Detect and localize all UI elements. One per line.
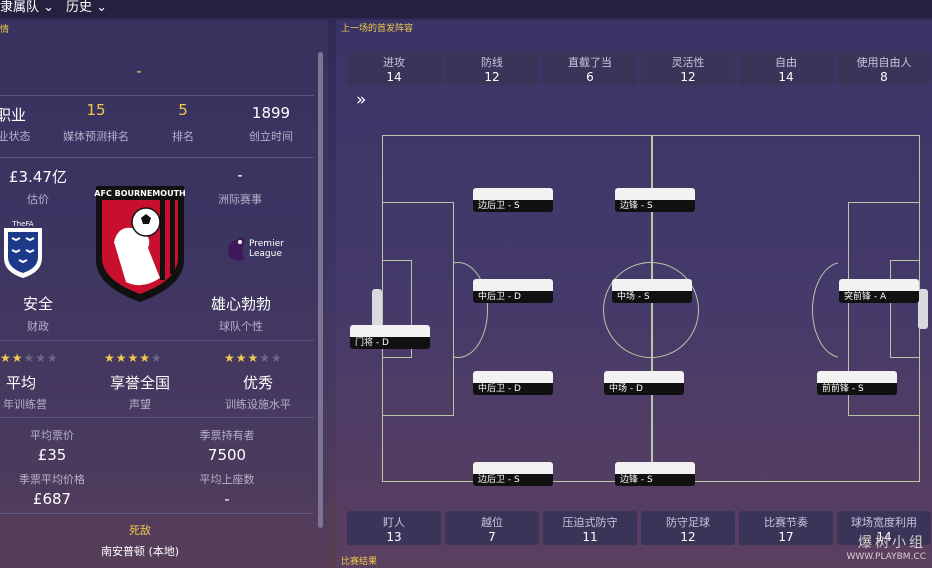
personality-value: 雄心勃勃 [210,295,271,313]
fa-crest-icon: TheFA [0,218,46,280]
fa-text: TheFA [11,220,33,228]
player-midfielder-attack[interactable]: 中场 - S [612,279,692,303]
season-holders-label: 季票持有者 [199,429,255,442]
season-price-label: 季票平均价格 [19,473,85,486]
youth-label: 年训练营 [3,398,47,411]
valuation-label: 估价 [27,193,49,206]
rival-label: 死敌 [129,524,151,537]
expand-icon[interactable]: » [356,90,366,110]
founded-label: 创立时间 [249,130,293,143]
player-winger-left[interactable]: 边锋 - S [615,188,695,212]
continental-value: - [237,166,243,184]
lineup-header: 上一场的首发阵容 [341,24,414,34]
ticket-label: 平均票价 [30,429,74,442]
club-crest-icon: AFC BOURNEMOUTH [92,182,188,304]
media-rank-value: 15 [86,101,106,119]
player-winger-right[interactable]: 边锋 - S [615,462,695,486]
tab-history[interactable]: 历史 ⌄ [66,0,107,15]
pitch-left-handle[interactable] [372,289,382,329]
status-value: 职业 [0,106,27,124]
player-fullback-right[interactable]: 边后卫 - S [473,462,553,486]
stat-flexibility: 灵活性 12 [641,51,735,85]
stat-tempo: 比赛节奏 17 [739,511,833,545]
stat-attack: 进攻 14 [347,51,441,85]
reputation-stars: ★★★★★ [104,351,163,365]
player-goalkeeper[interactable]: 门将 - D [350,325,430,349]
status-label: 业状态 [0,130,31,143]
continental-label: 洲际赛事 [218,193,262,206]
youth-stars: ★★★★★ [0,351,59,365]
stat-freedom: 自由 14 [739,51,833,85]
club-info-header: 情 [0,25,10,35]
stat-offside: 越位 7 [445,511,539,545]
player-striker-support[interactable]: 前前锋 - S [817,371,897,395]
player-fullback-left[interactable]: 边后卫 - S [473,188,553,212]
player-midfielder-defend[interactable]: 中场 - D [604,371,684,395]
stat-marking: 盯人 13 [347,511,441,545]
finance-label: 财政 [27,320,49,333]
top-bar: 隶属队 ⌄ 历史 ⌄ [0,0,932,18]
player-centreback-left[interactable]: 中后卫 - D [473,279,553,303]
club-crest-text: AFC BOURNEMOUTH [94,189,185,198]
rank-value: 5 [178,101,188,119]
rank-label: 排名 [172,130,194,143]
match-results-header[interactable]: 比赛结果 [341,554,377,567]
facilities-value: 优秀 [242,374,273,392]
stat-sweeper: 使用自由人 8 [837,51,931,85]
stat-defensive-football: 防守足球 12 [641,511,735,545]
ticket-value: £35 [37,446,67,464]
player-centreback-right[interactable]: 中后卫 - D [473,371,553,395]
attendance-label: 平均上座数 [199,473,255,486]
scrollbar[interactable] [318,52,323,528]
reputation-value: 享誉全国 [109,374,170,392]
stat-defence: 防线 12 [445,51,539,85]
season-price-value: £687 [32,490,72,508]
attendance-value: - [224,490,230,508]
founded-value: 1899 [251,104,291,122]
facilities-label: 训练设施水平 [225,398,291,411]
season-holders-value: 7500 [207,446,247,464]
tab-affiliates[interactable]: 隶属队 ⌄ [0,0,54,15]
pitch-right-handle[interactable] [918,289,928,329]
rival-value[interactable]: 南安普顿 (本地) [70,543,210,559]
watermark: 爆树小组 WWW.PLAYBM.CC [846,535,927,562]
valuation-value: £3.47亿 [9,168,67,186]
finance-value: 安全 [22,295,53,313]
player-striker-attack[interactable]: 突前锋 - A [839,279,919,303]
facilities-stars: ★★★★★ [224,351,283,365]
dash-value: - [136,62,142,80]
personality-label: 球队个性 [219,320,263,333]
reputation-label: 声望 [129,398,151,411]
league-text: Premier League [249,239,284,259]
youth-value: 平均 [5,374,36,392]
premier-league-logo: Premier League [226,234,296,264]
media-rank-label: 媒体预测排名 [63,130,129,143]
stat-pressing: 压迫式防守 11 [543,511,637,545]
stat-directness: 直截了当 6 [543,51,637,85]
